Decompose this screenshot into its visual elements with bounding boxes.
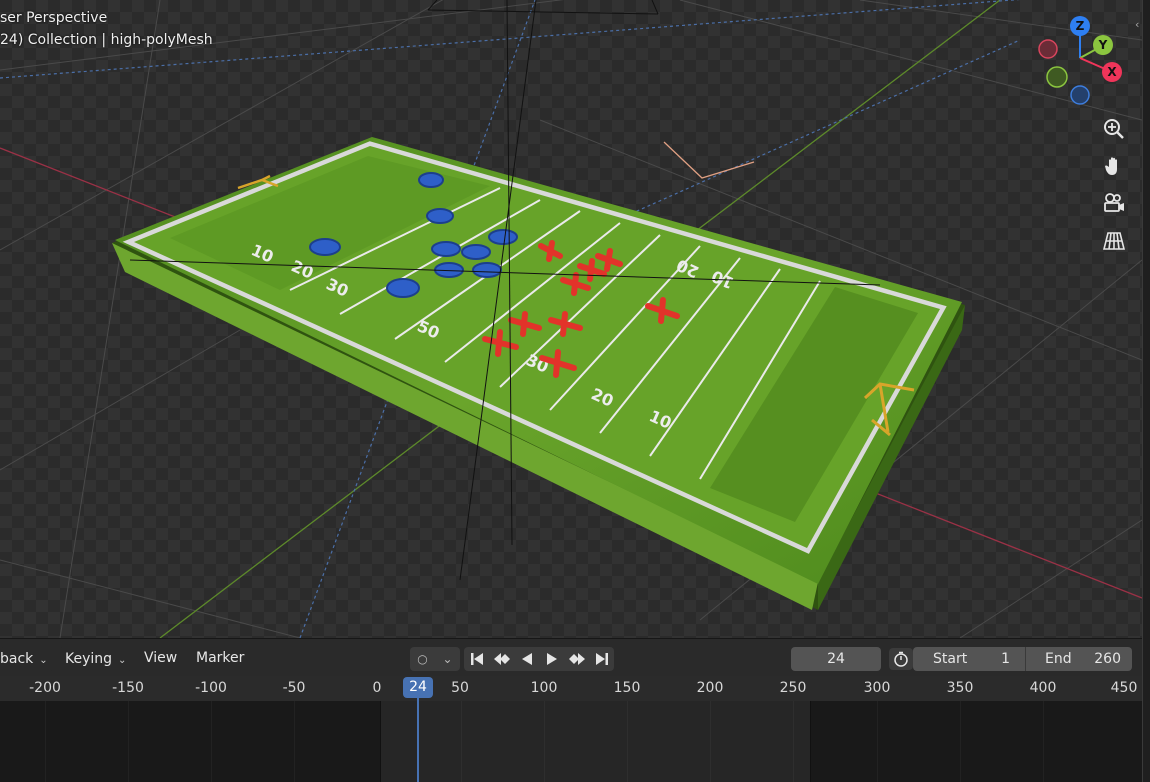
- ruler-label: 50: [451, 680, 469, 696]
- jump-to-start-button[interactable]: [464, 647, 489, 671]
- jump-start-icon: [470, 653, 483, 665]
- navigation-gizmo[interactable]: Z Y X: [1038, 14, 1138, 114]
- pan-button[interactable]: [1099, 151, 1129, 181]
- playback-menu[interactable]: back ⌄: [0, 647, 54, 671]
- ruler-label: 0: [372, 680, 382, 696]
- prev-keyframe-icon: [493, 653, 510, 665]
- ruler-label: 250: [779, 680, 807, 696]
- view-menu[interactable]: View: [144, 650, 177, 666]
- frame-ruler[interactable]: -200 -150 -100 -50 0 50 100 150 200 250 …: [0, 676, 1142, 701]
- gizmo-y-label: Y: [1098, 38, 1108, 52]
- ruler-label: -100: [195, 680, 227, 696]
- keying-menu[interactable]: Keying ⌄: [59, 647, 133, 671]
- right-region-border: [1142, 0, 1150, 782]
- zoom-icon: [1104, 119, 1124, 139]
- keying-menu-label: Keying: [65, 651, 113, 667]
- play-icon: [546, 653, 557, 665]
- current-frame-field[interactable]: 24: [791, 647, 881, 671]
- stopwatch-icon: [894, 651, 908, 667]
- ruler-label: -200: [29, 680, 61, 696]
- viewport-title: ser Perspective: [0, 10, 108, 26]
- timeline-track-area[interactable]: [0, 701, 1142, 782]
- active-frame-range: [380, 701, 811, 782]
- ruler-label: 200: [696, 680, 724, 696]
- preview-range-toggle[interactable]: [889, 648, 913, 670]
- jump-to-prev-keyframe-button[interactable]: [489, 647, 514, 671]
- chevron-down-icon: ⌄: [118, 655, 127, 666]
- chevron-down-icon: ⌄: [39, 655, 48, 666]
- end-frame-field[interactable]: End 260: [1026, 647, 1132, 671]
- playhead-frame-badge[interactable]: 24: [403, 677, 433, 698]
- start-frame-value: 1: [1001, 651, 1010, 667]
- record-icon[interactable]: ○: [410, 647, 435, 671]
- ruler-label: 450: [1110, 680, 1138, 696]
- end-frame-label: End: [1045, 651, 1072, 667]
- frame-range-fields: Start 1 End 260: [913, 647, 1132, 671]
- camera-icon: [1104, 193, 1124, 212]
- end-frame-value: 260: [1094, 651, 1121, 667]
- jump-to-next-keyframe-button[interactable]: [564, 647, 589, 671]
- play-button[interactable]: [539, 647, 564, 671]
- next-keyframe-icon: [568, 653, 585, 665]
- ruler-label: 100: [530, 680, 558, 696]
- ruler-label: 300: [863, 680, 891, 696]
- ruler-label: 150: [613, 680, 641, 696]
- zoom-button[interactable]: [1099, 114, 1129, 144]
- chevron-down-icon[interactable]: ⌄: [435, 647, 460, 671]
- ruler-label: 400: [1029, 680, 1057, 696]
- gizmo-neg-x[interactable]: [1038, 39, 1058, 59]
- jump-to-end-button[interactable]: [589, 647, 614, 671]
- ruler-label: -50: [282, 680, 306, 696]
- ruler-label: -150: [112, 680, 144, 696]
- 3d-viewport[interactable]: 20 10 50 30 20 10 30 10 20: [0, 0, 1142, 638]
- gizmo-neg-z[interactable]: [1070, 85, 1090, 105]
- camera-view-button[interactable]: [1099, 188, 1129, 218]
- auto-keying-toggle[interactable]: ○ ⌄: [410, 647, 460, 671]
- light-object: [663, 141, 755, 179]
- playhead-line[interactable]: [417, 698, 419, 782]
- ruler-label: 350: [946, 680, 974, 696]
- gizmo-neg-y[interactable]: [1046, 66, 1068, 88]
- start-frame-field[interactable]: Start 1: [913, 647, 1024, 671]
- play-reverse-button[interactable]: [514, 647, 539, 671]
- ortho-toggle-button[interactable]: [1099, 226, 1129, 256]
- marker-menu[interactable]: Marker: [196, 650, 244, 666]
- start-frame-label: Start: [933, 651, 968, 667]
- sidebar-toggle-icon[interactable]: ‹: [1135, 18, 1139, 31]
- gizmo-z-label: Z: [1076, 19, 1085, 33]
- play-reverse-icon: [521, 653, 532, 665]
- grid-icon: [1103, 232, 1125, 250]
- jump-end-icon: [595, 653, 608, 665]
- viewport-scene: 20 10 50 30 20 10 30 10 20: [0, 0, 1142, 638]
- viewport-collection-info: 24) Collection | high-polyMesh: [0, 32, 213, 48]
- playback-menu-label: back: [0, 651, 34, 667]
- gizmo-x-label: X: [1107, 65, 1117, 79]
- playback-controls: [464, 647, 614, 671]
- timeline-header: back ⌄ Keying ⌄ View Marker ○ ⌄ 24 Start 1…: [0, 638, 1142, 676]
- hand-icon: [1105, 157, 1117, 175]
